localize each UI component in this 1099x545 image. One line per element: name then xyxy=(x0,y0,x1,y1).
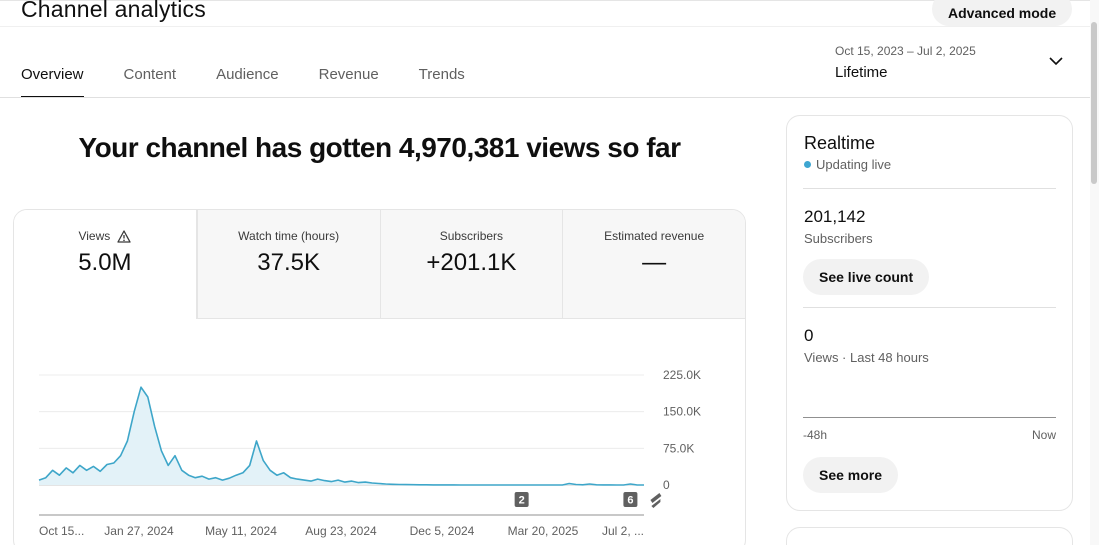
subscriber-count: 201,142 xyxy=(804,207,866,226)
scrollbar-thumb[interactable] xyxy=(1091,22,1097,184)
chevron-down-icon xyxy=(1049,57,1063,66)
title-divider xyxy=(0,26,1090,27)
x-tick-label: Mar 20, 2025 xyxy=(508,524,579,538)
metric-estimated-revenue[interactable]: Estimated revenue — xyxy=(562,210,745,319)
shorts-icon[interactable] xyxy=(650,493,662,508)
see-more-button[interactable]: See more xyxy=(803,457,899,493)
realtime-divider xyxy=(803,188,1056,189)
realtime-axis-start: -48h xyxy=(803,428,828,442)
realtime-title: Realtime xyxy=(804,133,876,153)
x-tick-label: Jul 2, ... xyxy=(602,524,644,538)
views-headline: Your channel has gotten 4,970,381 views … xyxy=(78,132,681,163)
y-tick-label: 150.0K xyxy=(663,405,701,419)
tab-trends[interactable]: Trends xyxy=(419,66,465,98)
x-tick-label: Jan 27, 2024 xyxy=(104,524,174,538)
y-tick-label: 75.0K xyxy=(663,441,694,455)
metric-label: Watch time (hours) xyxy=(238,229,340,243)
metric-watch-time[interactable]: Watch time (hours) 37.5K xyxy=(196,210,380,319)
metric-label: Subscribers xyxy=(439,229,504,243)
tab-audience[interactable]: Audience xyxy=(216,66,279,98)
realtime-chart-axis xyxy=(803,417,1056,418)
x-tick-label: Aug 23, 2024 xyxy=(305,524,377,538)
realtime-divider xyxy=(803,307,1056,308)
subscriber-label: Subscribers xyxy=(804,231,873,246)
annotation-label: 6 xyxy=(627,495,633,507)
annotation-label: 2 xyxy=(519,495,525,507)
tab-content[interactable]: Content xyxy=(124,66,177,98)
advanced-mode-button[interactable]: Advanced mode xyxy=(932,0,1073,26)
live-dot-icon xyxy=(804,161,811,168)
x-tick-label: May 11, 2024 xyxy=(205,524,277,538)
views-48h-label: Views · Last 48 hours xyxy=(804,350,929,365)
x-tick-label: Oct 15... xyxy=(39,524,84,538)
live-status: Updating live xyxy=(804,157,891,172)
metrics-card: Views 5.0M Watch time (hours) 37.5K Subs… xyxy=(13,209,746,545)
metric-value: — xyxy=(642,249,667,276)
metric-tabs: Views 5.0M Watch time (hours) 37.5K Subs… xyxy=(14,210,745,319)
tab-overview[interactable]: Overview xyxy=(21,66,84,98)
tab-bar: Overview Content Audience Revenue Trends xyxy=(21,66,505,98)
date-range-label: Lifetime xyxy=(835,64,888,81)
y-tick-label: 0 xyxy=(663,478,670,492)
date-range-text: Oct 15, 2023 – Jul 2, 2025 xyxy=(835,44,976,58)
metric-value: 5.0M xyxy=(78,249,132,276)
date-range-selector[interactable]: Oct 15, 2023 – Jul 2, 2025 Lifetime xyxy=(835,44,1063,84)
realtime-card: Realtime Updating live 201,142 Subscribe… xyxy=(786,115,1073,511)
live-status-text: Updating live xyxy=(816,157,892,172)
metric-subscribers[interactable]: Subscribers +201.1K xyxy=(379,210,563,319)
metric-label: Estimated revenue xyxy=(604,229,705,243)
see-live-count-button[interactable]: See live count xyxy=(803,259,930,295)
page-title: Channel analytics xyxy=(21,0,206,22)
metric-value: 37.5K xyxy=(257,249,320,276)
x-tick-label: Dec 5, 2024 xyxy=(410,524,475,538)
metric-value: +201.1K xyxy=(426,249,517,276)
tab-revenue[interactable]: Revenue xyxy=(319,66,379,98)
views-48h-count: 0 xyxy=(804,326,814,345)
series-area xyxy=(39,387,644,485)
y-tick-label: 225.0K xyxy=(663,368,701,382)
metric-label: Views xyxy=(78,229,111,243)
tabs-divider xyxy=(0,97,1090,98)
realtime-axis-end: Now xyxy=(1031,428,1056,442)
views-chart[interactable]: 225.0K 150.0K 75.0K 0 2 6 Oct 15... Jan 27, 202… xyxy=(14,360,745,545)
warning-icon[interactable] xyxy=(117,229,131,243)
metric-views[interactable]: Views 5.0M xyxy=(14,210,197,319)
next-card xyxy=(786,527,1073,545)
